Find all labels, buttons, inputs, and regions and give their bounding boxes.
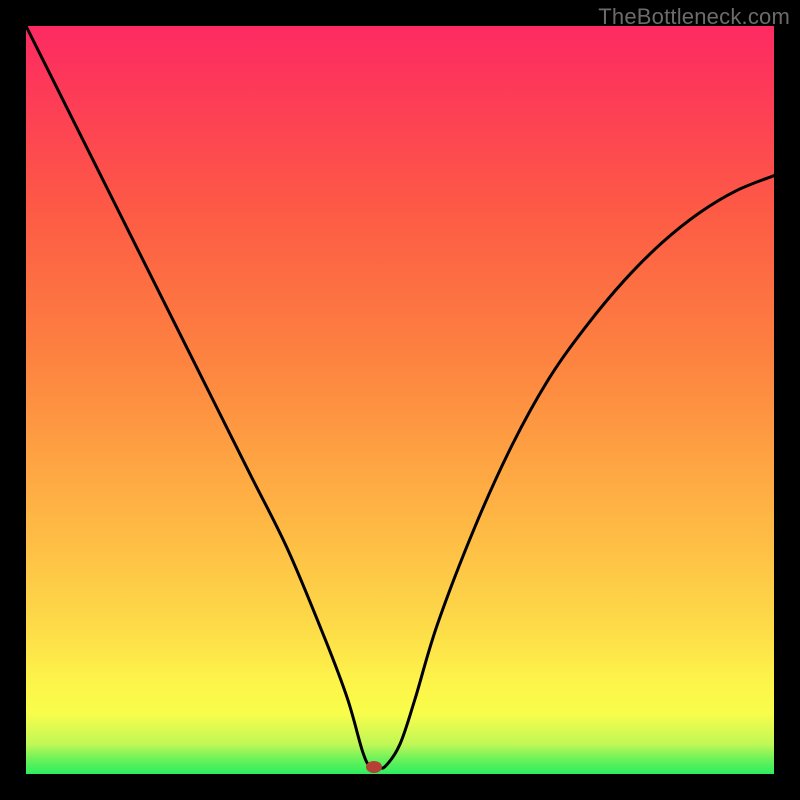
watermark-text: TheBottleneck.com — [598, 4, 790, 30]
plot-gradient-background — [26, 26, 774, 774]
bottleneck-marker — [366, 761, 382, 773]
chart-container: TheBottleneck.com — [0, 0, 800, 800]
